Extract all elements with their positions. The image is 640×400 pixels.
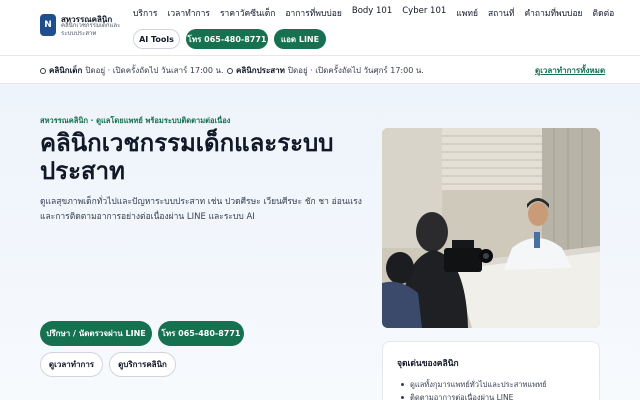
- nav-item-services[interactable]: บริการ: [133, 6, 157, 20]
- nav-item-doctors[interactable]: แพทย์: [456, 6, 478, 20]
- header-call-button[interactable]: โทร 065-480-8771: [186, 29, 268, 49]
- highlight-item: ดูแลทั้งกุมารแพทย์ทั่วไปและประสาทแพทย์: [397, 378, 547, 391]
- neuro-clinic-status: คลินิกประสาท ปิดอยู่ · เปิดครั้งถัดไป วั…: [227, 64, 424, 77]
- nav-item-cyber-101[interactable]: Cyber 101: [402, 6, 446, 20]
- nav-item-faq[interactable]: คำถามที่พบบ่อย: [524, 6, 582, 20]
- line-appointment-button[interactable]: ปรึกษา / นัดตรวจผ่าน LINE: [40, 321, 152, 346]
- hero-description: ดูแลสุขภาพเด็กทั่วไปและปัญหาระบบประสาท เ…: [40, 197, 362, 222]
- view-services-button[interactable]: ดูบริการคลินิก: [109, 352, 176, 377]
- hero-eyebrow: สหวรรณคลินิก · ดูแลโดยแพทย์ พร้อมระบบติด…: [40, 116, 231, 125]
- view-hours-button[interactable]: ดูเวลาทำการ: [40, 352, 103, 377]
- hero-title: คลินิกเวชกรรมเด็กและระบบประสาท: [40, 129, 334, 185]
- highlights-list: ดูแลทั้งกุมารแพทย์ทั่วไปและประสาทแพทย์ ต…: [397, 378, 547, 400]
- closed-status-icon: [40, 67, 46, 74]
- clinic-logo[interactable]: N: [40, 14, 56, 36]
- nav-item-location[interactable]: สถานที่: [488, 6, 515, 20]
- main-nav: บริการ เวลาทำการ ราคาวัคซีนเด็ก อาการที่…: [133, 6, 624, 20]
- hero-call-button[interactable]: โทร 065-480-8771: [158, 321, 244, 346]
- kids-clinic-status: คลินิกเด็ก ปิดอยู่ · เปิดครั้งถัดไป วันเ…: [40, 64, 224, 77]
- site-header: N สหวรรณคลินิก คลินิกเวชกรรมเด็กและระบบป…: [0, 0, 640, 55]
- nav-item-body-101[interactable]: Body 101: [352, 6, 392, 20]
- ai-tools-button[interactable]: AI Tools: [133, 29, 180, 49]
- clinic-highlights-card: จุดเด่นของคลินิก ดูแลทั้งกุมารแพทย์ทั่วไ…: [382, 341, 600, 400]
- kids-clinic-status-text: ปิดอยู่ · เปิดครั้งถัดไป วันเสาร์ 17:00 …: [85, 66, 224, 75]
- nav-item-hours[interactable]: เวลาทำการ: [167, 6, 210, 20]
- kids-clinic-label: คลินิกเด็ก: [49, 66, 83, 75]
- neuro-clinic-label: คลินิกประสาท: [236, 66, 285, 75]
- highlight-item: ติดตามอาการต่อเนื่องผ่าน LINE: [397, 391, 547, 400]
- brand-tagline: คลินิกเวชกรรมเด็กและระบบประสาท: [61, 22, 121, 37]
- highlights-title: จุดเด่นของคลินิก: [397, 359, 459, 369]
- opening-status-bar: คลินิกเด็ก ปิดอยู่ · เปิดครั้งถัดไป วันเ…: [0, 55, 640, 84]
- nav-item-vaccine-prices[interactable]: ราคาวัคซีนเด็ก: [220, 6, 275, 20]
- nav-item-contact[interactable]: ติดต่อ: [593, 6, 615, 20]
- all-hours-link[interactable]: ดูเวลาทำการทั้งหมด: [535, 64, 605, 77]
- nav-item-common-symptoms[interactable]: อาการที่พบบ่อย: [285, 6, 341, 20]
- doctor-interview-photo: [382, 128, 600, 328]
- closed-status-icon: [227, 67, 233, 74]
- header-line-button[interactable]: แอด LINE: [274, 29, 326, 49]
- neuro-clinic-status-text: ปิดอยู่ · เปิดครั้งถัดไป วันศุกร์ 17:00 …: [287, 66, 424, 75]
